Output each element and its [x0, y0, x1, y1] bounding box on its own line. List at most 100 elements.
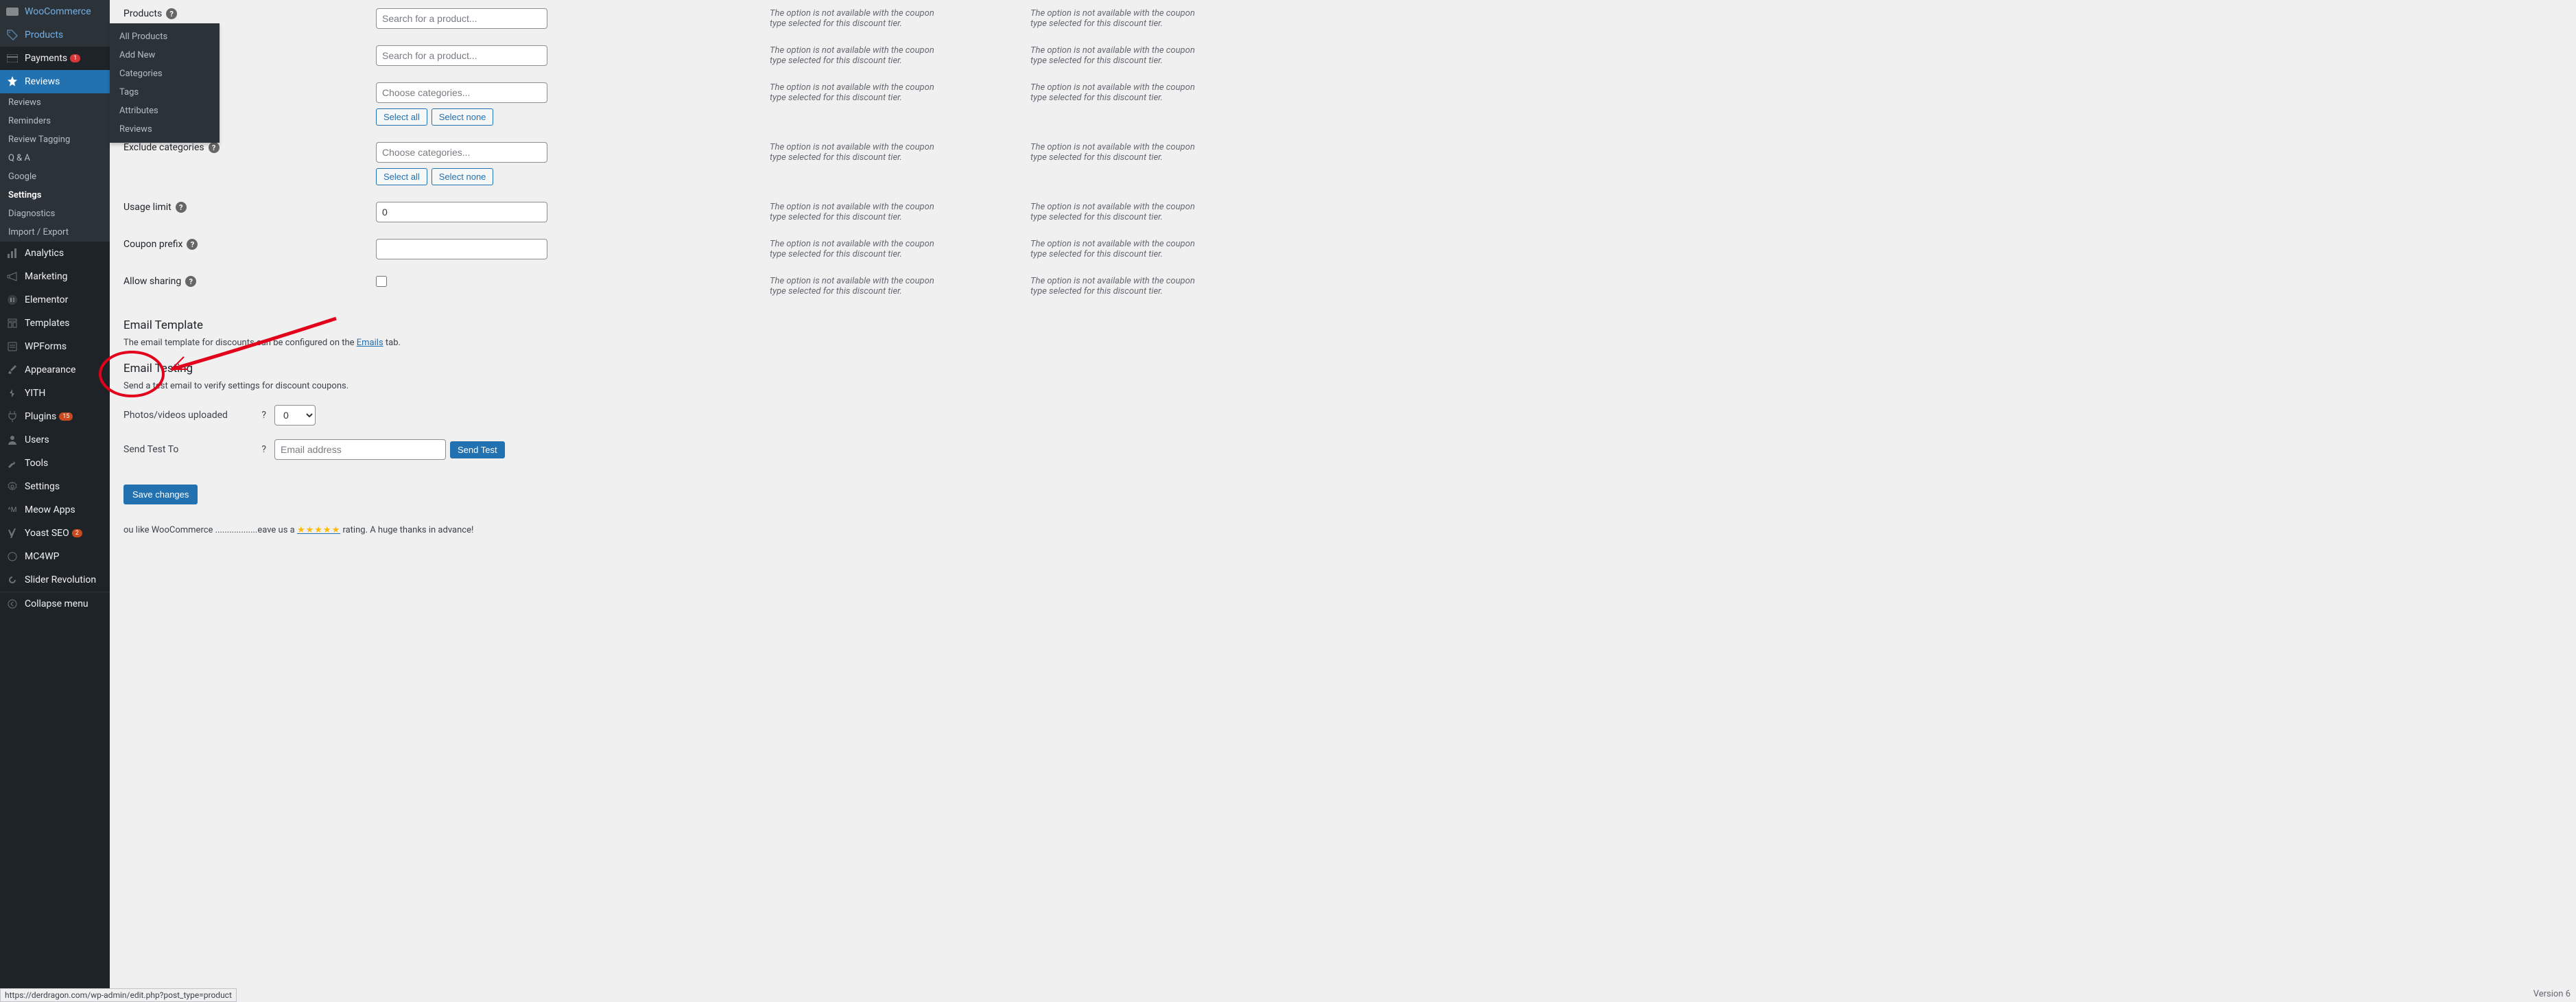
help-icon[interactable]: ? [261, 444, 266, 455]
select-all-button[interactable]: Select all [376, 168, 427, 185]
help-icon[interactable]: ? [185, 276, 196, 287]
submenu-qa[interactable]: Q & A [0, 149, 110, 167]
help-icon[interactable]: ? [187, 239, 198, 250]
label-coupon-prefix: Coupon prefix [123, 239, 182, 250]
menu-label: Meow Apps [25, 504, 75, 515]
products-icon [5, 28, 19, 42]
menu-plugins[interactable]: Plugins 15 [0, 405, 110, 428]
row-exclude-categories: Exclude categories ? Select all Select n… [123, 134, 2562, 194]
emails-link[interactable]: Emails [357, 338, 383, 348]
send-test-email-input[interactable] [274, 439, 446, 460]
slider-icon [5, 573, 19, 587]
thank-text: rating. A huge thanks in advance! [340, 525, 473, 535]
save-changes-button[interactable]: Save changes [123, 485, 198, 504]
menu-label: Elementor [25, 294, 68, 305]
categories-input[interactable] [376, 82, 547, 103]
menu-label: Collapse menu [25, 598, 88, 609]
menu-wpforms[interactable]: WPForms [0, 335, 110, 358]
menu-meow-apps[interactable]: ^M Meow Apps [0, 498, 110, 522]
allow-sharing-checkbox[interactable] [376, 276, 387, 287]
exclude-categories-input[interactable] [376, 142, 547, 163]
flyout-tags[interactable]: Tags [110, 83, 220, 102]
products-search-input[interactable] [376, 8, 547, 29]
menu-label: Users [25, 434, 49, 445]
menu-settings[interactable]: Settings [0, 475, 110, 498]
templates-icon [5, 316, 19, 330]
stars-icon: ★★★★★ [297, 525, 340, 535]
menu-yoast[interactable]: Yoast SEO 2 [0, 522, 110, 545]
menu-tools[interactable]: Tools [0, 452, 110, 475]
help-icon[interactable]: ? [176, 202, 187, 213]
flyout-categories[interactable]: Categories [110, 65, 220, 83]
star-icon [5, 75, 19, 89]
menu-label: Reviews [25, 76, 60, 87]
collapse-menu[interactable]: Collapse menu [0, 592, 110, 616]
submenu-review-tagging[interactable]: Review Tagging [0, 130, 110, 149]
menu-users[interactable]: Users [0, 428, 110, 452]
row-products: Products ? The option is not available w… [123, 0, 2562, 37]
menu-label: Yoast SEO [25, 528, 69, 539]
row-products-2: The option is not available with the cou… [123, 37, 2562, 74]
label-photos: Photos/videos uploaded [123, 410, 228, 421]
megaphone-icon [5, 270, 19, 283]
payments-badge: 1 [70, 54, 80, 62]
menu-reviews[interactable]: Reviews [0, 70, 110, 93]
submenu-reviews[interactable]: Reviews [0, 93, 110, 112]
submenu-diagnostics[interactable]: Diagnostics [0, 205, 110, 223]
menu-analytics[interactable]: Analytics [0, 242, 110, 265]
email-template-heading: Email Template [123, 318, 2562, 332]
desc-text: The email template for discounts can be … [123, 338, 357, 348]
menu-label: YITH [25, 388, 45, 399]
menu-woocommerce[interactable]: WooCommerce [0, 0, 110, 23]
menu-yith[interactable]: YITH [0, 382, 110, 405]
flyout-reviews[interactable]: Reviews [110, 120, 220, 139]
help-icon[interactable]: ? [261, 410, 266, 421]
mc4wp-icon [5, 550, 19, 563]
submenu-settings[interactable]: Settings [0, 186, 110, 205]
label-products: Products [123, 8, 162, 19]
menu-elementor[interactable]: Elementor [0, 288, 110, 312]
coupon-prefix-input[interactable] [376, 239, 547, 259]
menu-marketing[interactable]: Marketing [0, 265, 110, 288]
products-search-input-2[interactable] [376, 45, 547, 66]
help-icon[interactable]: ? [209, 142, 220, 153]
menu-payments[interactable]: Payments 1 [0, 47, 110, 70]
option-note: The option is not available with the cou… [770, 142, 934, 163]
meow-icon: ^M [5, 503, 19, 517]
yoast-icon [5, 526, 19, 540]
submenu-import-export[interactable]: Import / Export [0, 223, 110, 242]
menu-products[interactable]: Products All Products Add New Categories… [0, 23, 110, 47]
menu-appearance[interactable]: Appearance [0, 358, 110, 382]
select-all-button[interactable]: Select all [376, 108, 427, 126]
submenu-google[interactable]: Google [0, 167, 110, 186]
flyout-add-new[interactable]: Add New [110, 46, 220, 65]
user-icon [5, 433, 19, 447]
option-note: The option is not available with the cou… [770, 202, 934, 222]
usage-limit-input[interactable] [376, 202, 547, 222]
flyout-all-products[interactable]: All Products [110, 27, 220, 46]
select-none-button[interactable]: Select none [432, 108, 494, 126]
label-usage-limit: Usage limit [123, 202, 172, 213]
menu-label: Analytics [25, 248, 64, 259]
menu-slider-revolution[interactable]: Slider Revolution [0, 568, 110, 592]
row-coupon-prefix: Coupon prefix ? The option is not availa… [123, 231, 2562, 268]
payments-icon [5, 51, 19, 65]
wrench-icon [5, 456, 19, 470]
flyout-attributes[interactable]: Attributes [110, 102, 220, 120]
row-send-test-to: Send Test To ? Send Test [123, 432, 2562, 467]
photos-select[interactable]: 0 [274, 405, 316, 426]
select-none-button[interactable]: Select none [432, 168, 494, 185]
row-categories: Select all Select none The option is not… [123, 74, 2562, 134]
send-test-button[interactable]: Send Test [450, 441, 505, 458]
rating-link[interactable]: ★★★★★ [297, 525, 340, 535]
menu-templates[interactable]: Templates [0, 312, 110, 335]
menu-label: Settings [25, 481, 60, 492]
plugins-badge: 15 [59, 412, 73, 421]
submenu-reminders[interactable]: Reminders [0, 112, 110, 130]
row-allow-sharing: Allow sharing ? The option is not availa… [123, 268, 2562, 305]
option-note: The option is not available with the cou… [1030, 45, 1195, 66]
option-note: The option is not available with the cou… [770, 82, 934, 103]
help-icon[interactable]: ? [166, 8, 177, 19]
plug-icon [5, 410, 19, 423]
menu-mc4wp[interactable]: MC4WP [0, 545, 110, 568]
